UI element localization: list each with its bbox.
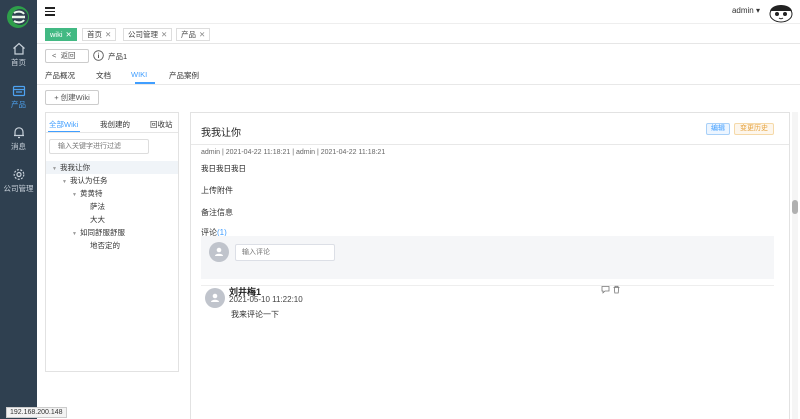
close-icon[interactable]: ✕ — [199, 30, 205, 39]
sidebar-item-home[interactable]: 首页 — [0, 42, 37, 68]
scrollbar-track[interactable] — [792, 112, 798, 419]
divider — [201, 285, 774, 286]
sidebar-item-label: 消息 — [11, 142, 26, 151]
close-icon[interactable]: ✕ — [105, 30, 111, 39]
avatar — [209, 242, 229, 262]
sidebar-item-messages[interactable]: 消息 — [0, 126, 37, 152]
product-icon — [12, 85, 25, 97]
menu-toggle-icon[interactable] — [45, 7, 55, 16]
tree-node-label: 萨法 — [90, 202, 105, 211]
tab-all-wiki[interactable]: 全部Wiki — [49, 119, 78, 130]
tree-node-label: 我我让你 — [60, 163, 90, 172]
sidebar-item-label: 公司管理 — [3, 184, 34, 193]
tree-node-label: 地否定的 — [90, 241, 120, 250]
delete-icon[interactable] — [612, 285, 621, 294]
back-label: 返回 — [60, 51, 76, 60]
sidebar-item-label: 产品 — [11, 100, 26, 109]
bell-icon — [13, 127, 24, 139]
tree-node[interactable]: ▼ 黄黄特 — [46, 187, 178, 200]
tab-company[interactable]: 公司管理 ✕ — [123, 28, 173, 41]
edit-button[interactable]: 编辑 — [706, 123, 730, 135]
tree-node-label: 黄黄特 — [80, 189, 103, 198]
tree-node[interactable]: 地否定的 — [46, 239, 178, 252]
tree-node[interactable]: ▼ 我认为任务 — [46, 174, 178, 187]
history-button[interactable]: 变更历史 — [734, 123, 774, 135]
tree-node[interactable]: ▼ 我我让你 — [46, 161, 178, 174]
sidebar-item-label: 首页 — [11, 58, 26, 67]
status-url: 192.168.200.148 — [6, 407, 67, 418]
attachments-heading: 上传附件 — [201, 186, 233, 195]
tab-wiki[interactable]: wiki ✕ — [45, 28, 77, 41]
reply-icon[interactable] — [601, 285, 610, 294]
tab-bar: wiki ✕ 首页 ✕ 公司管理 ✕ 产品 ✕ — [37, 24, 800, 44]
sidebar-item-product[interactable]: 产品 — [0, 85, 37, 110]
gear-icon — [13, 169, 24, 180]
subnav-cases[interactable]: 产品案例 — [169, 70, 199, 81]
tab-label: 公司管理 — [128, 30, 158, 39]
info-icon — [93, 50, 104, 61]
tree-node-label: 我认为任务 — [70, 176, 108, 185]
main-content: < 返回 产品1 产品概况 文档 WIKI 产品案例 + 创建Wiki 全部Wi… — [37, 44, 800, 419]
wiki-detail-panel: 我我让你 编辑 变更历史 admin | 2021-04-22 11:18:21… — [190, 112, 790, 419]
top-bar: admin ▾ — [37, 0, 800, 24]
tree-node[interactable]: 大大 — [46, 213, 178, 226]
tree-node[interactable]: 萨法 — [46, 200, 178, 213]
comment-text: 我来评论一下 — [231, 310, 279, 319]
comment-form — [201, 236, 774, 279]
tree-node-label: 如同舒服舒服 — [80, 228, 125, 237]
user-menu[interactable]: admin ▾ — [732, 6, 760, 15]
divider — [37, 84, 800, 85]
subnav-wiki[interactable]: WIKI — [131, 70, 147, 79]
subnav-overview[interactable]: 产品概况 — [45, 70, 75, 81]
wiki-body: 我日我日我日 — [201, 164, 246, 173]
tree-node[interactable]: ▼ 如同舒服舒服 — [46, 226, 178, 239]
comment-time: 2021-05-10 11:22:10 — [229, 295, 303, 304]
tab-label: wiki — [50, 30, 63, 39]
tab-home[interactable]: 首页 ✕ — [82, 28, 117, 41]
tab-product[interactable]: 产品 ✕ — [176, 28, 211, 41]
user-icon — [215, 247, 223, 256]
scrollbar-thumb[interactable] — [792, 200, 798, 214]
tree-filter-input[interactable] — [49, 139, 149, 154]
close-icon[interactable]: ✕ — [66, 30, 72, 39]
home-icon — [12, 42, 25, 55]
tab-my-wiki[interactable]: 我创建的 — [100, 119, 130, 130]
close-icon[interactable]: ✕ — [161, 30, 167, 39]
divider — [46, 132, 178, 133]
product-title: 产品1 — [108, 52, 128, 61]
tab-label: 产品 — [181, 30, 196, 39]
logo-icon — [7, 6, 29, 28]
tree-node-label: 大大 — [90, 215, 105, 224]
subnav-docs[interactable]: 文档 — [96, 70, 111, 81]
back-button[interactable]: < 返回 — [45, 49, 89, 63]
notes-heading: 备注信息 — [201, 208, 233, 217]
sidebar-item-company[interactable]: 公司管理 — [0, 168, 37, 194]
tab-recycle-bin[interactable]: 回收站 — [150, 119, 173, 130]
divider — [191, 144, 789, 145]
avatar — [205, 288, 225, 308]
sidebar: 首页 产品 消息 公司管理 — [0, 0, 37, 419]
user-icon — [211, 293, 219, 302]
wiki-title: 我我让你 — [201, 128, 241, 139]
wiki-tree-panel: 全部Wiki 我创建的 回收站 ▼我我让你 ▼我认为任务 ▼黄黄特 萨法 大大 … — [45, 112, 179, 372]
tab-label: 首页 — [87, 30, 102, 39]
create-wiki-button[interactable]: + 创建Wiki — [45, 90, 99, 105]
wiki-meta: admin | 2021-04-22 11:18:21 | admin | 20… — [201, 149, 386, 156]
comment-input[interactable] — [235, 244, 335, 261]
user-avatar[interactable] — [766, 1, 796, 23]
